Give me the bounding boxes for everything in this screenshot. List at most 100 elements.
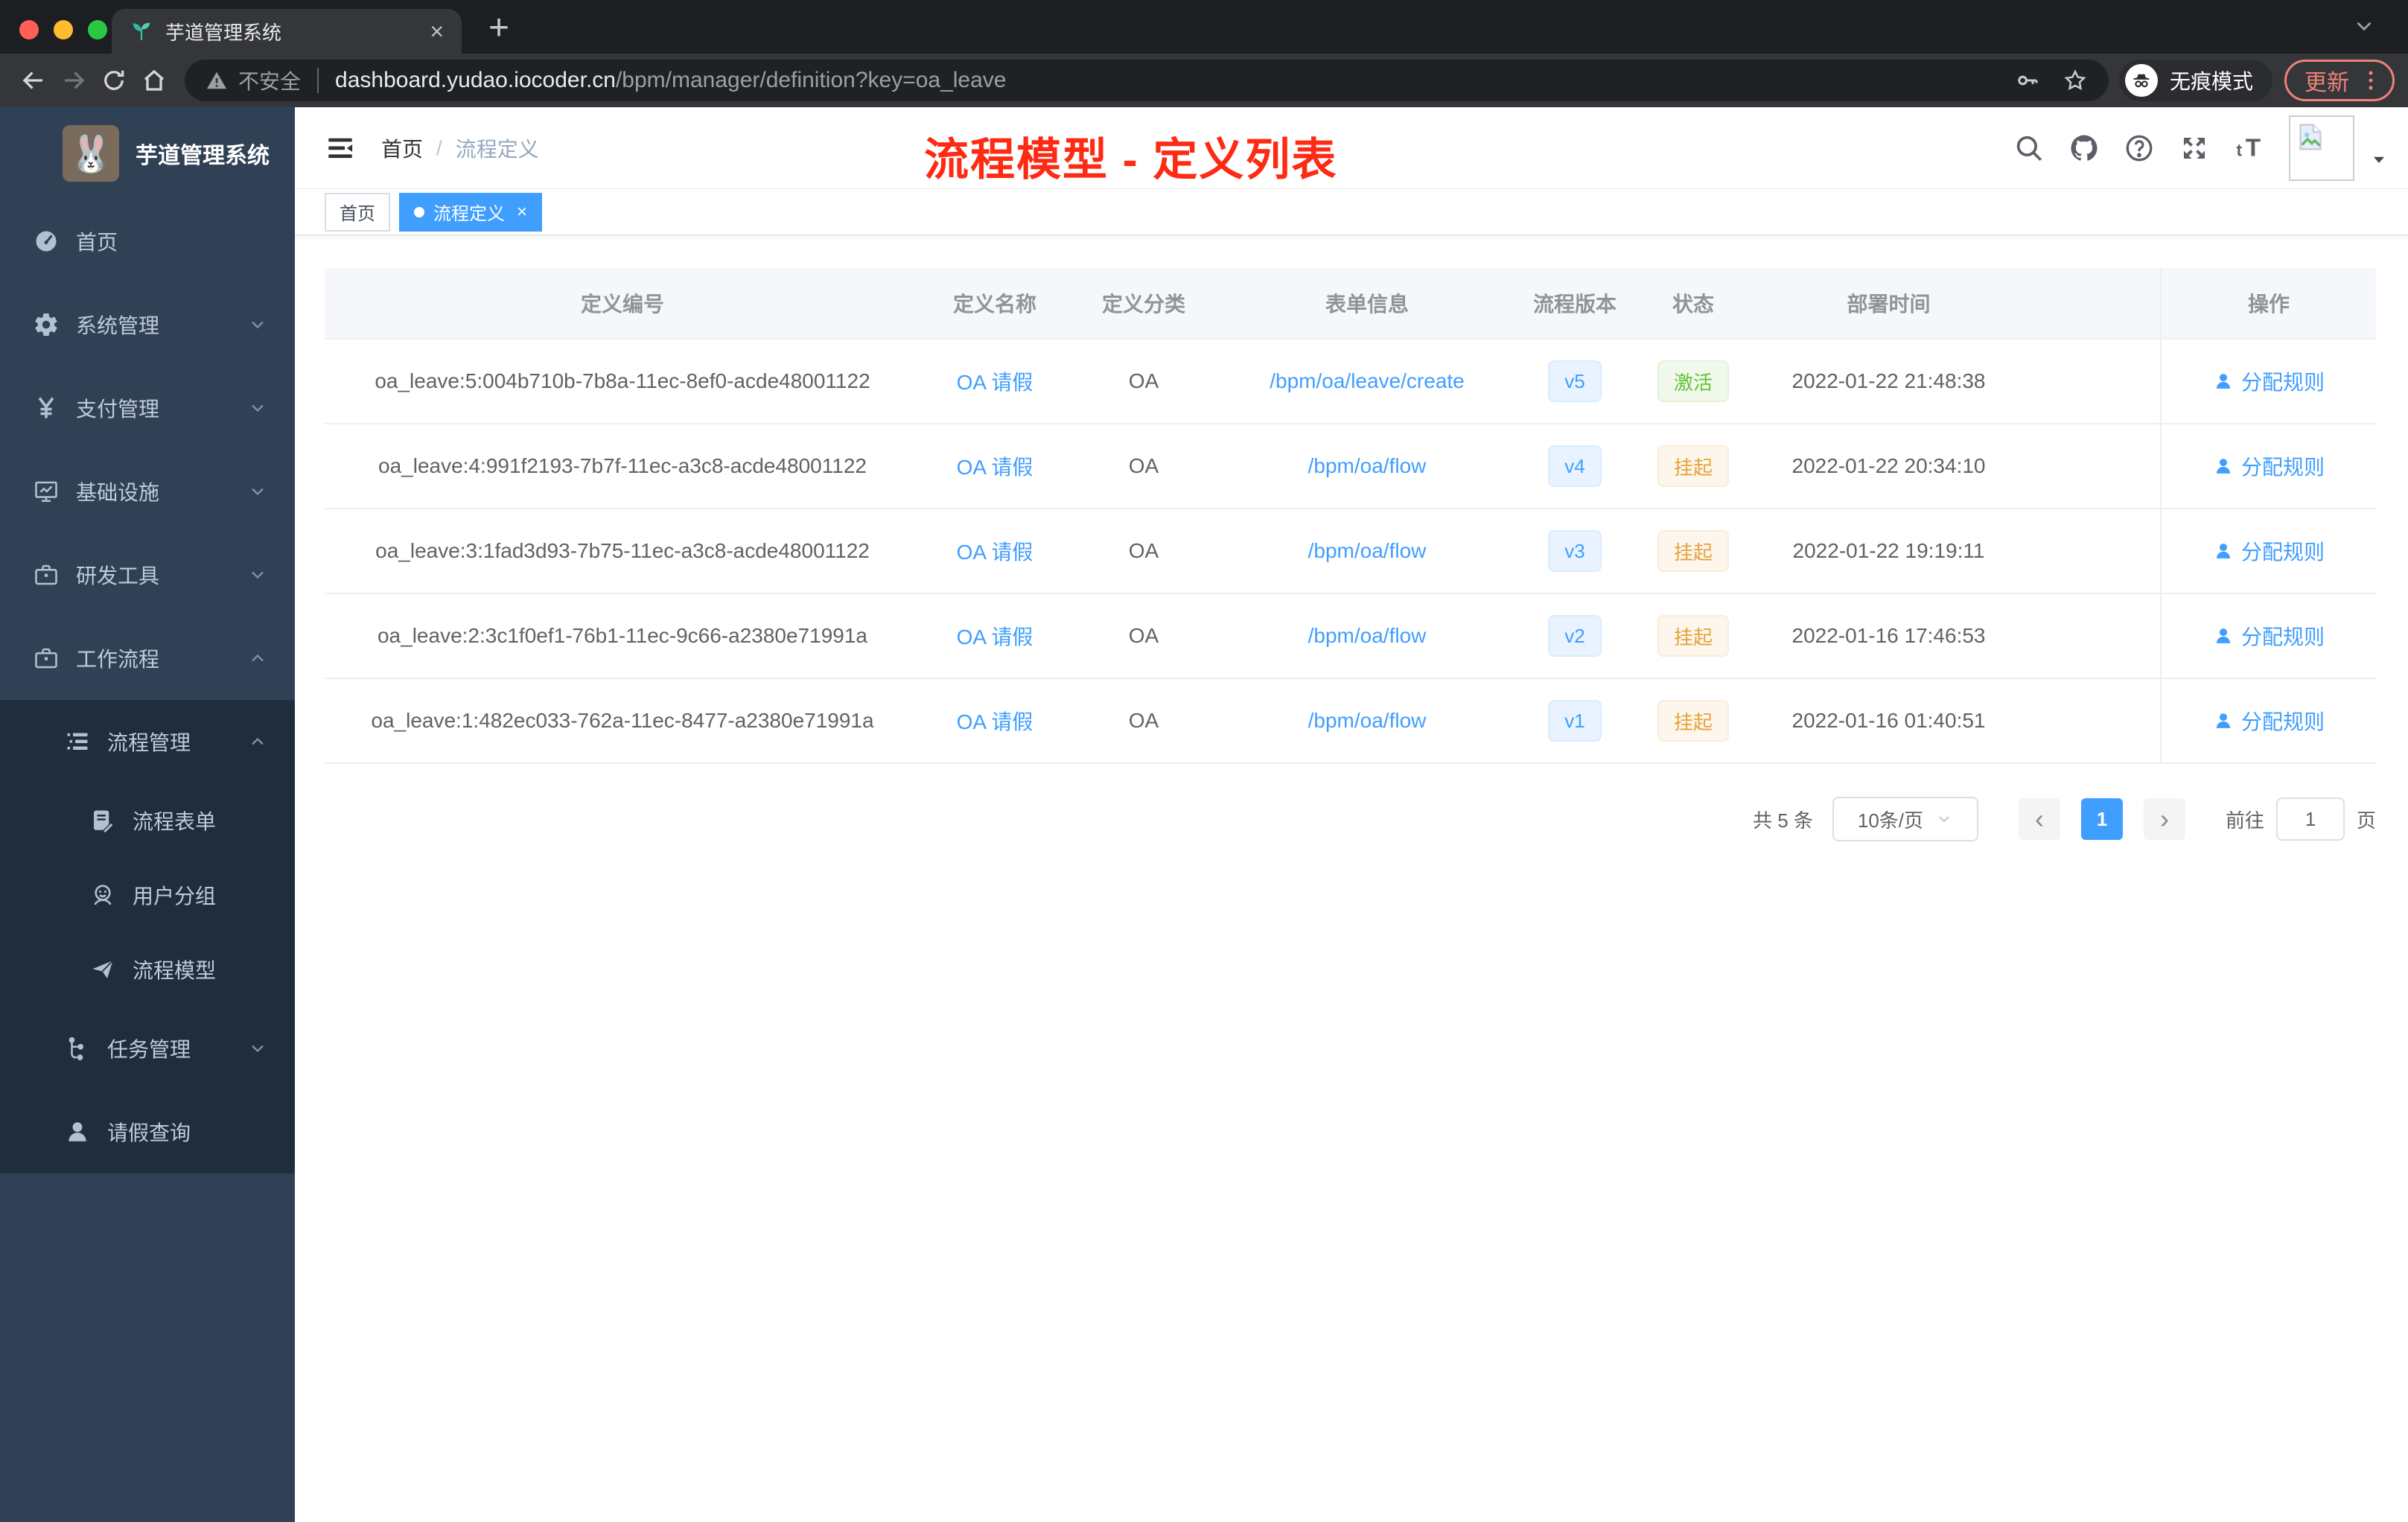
prev-page-button[interactable]: ‹ bbox=[2018, 798, 2060, 840]
breadcrumb-separator: / bbox=[436, 136, 442, 159]
sidebar-item-tree-table[interactable]: 流程管理 bbox=[0, 700, 295, 783]
kebab-menu-icon[interactable] bbox=[2358, 68, 2383, 93]
status-badge: 挂起 bbox=[1657, 615, 1729, 657]
form-info-link[interactable]: /bpm/oa/flow bbox=[1308, 709, 1427, 733]
sidebar-item-tree[interactable]: 任务管理 bbox=[0, 1007, 295, 1090]
svg-text:t: t bbox=[2237, 140, 2243, 159]
sidebar-item-send[interactable]: 流程模型 bbox=[0, 932, 295, 1007]
tag-home[interactable]: 首页 bbox=[325, 192, 390, 232]
sidebar-item-label: 流程管理 bbox=[107, 731, 191, 754]
column-header: 定义编号 bbox=[580, 293, 664, 316]
reload-button[interactable] bbox=[94, 60, 134, 101]
goto-page-input[interactable] bbox=[2275, 797, 2345, 841]
sidebar-item-gear[interactable]: 系统管理 bbox=[0, 283, 295, 366]
cell-form-info: /bpm/oa/flow bbox=[1218, 424, 1516, 508]
definition-name-link[interactable]: OA 请假 bbox=[957, 621, 1033, 651]
tag-label: 流程定义 bbox=[433, 204, 505, 224]
window-minimize-button[interactable] bbox=[54, 20, 73, 39]
hamburger-icon[interactable] bbox=[325, 133, 356, 164]
sidebar-item-briefcase[interactable]: 研发工具 bbox=[0, 533, 295, 617]
cell-definition-name: OA 请假 bbox=[920, 424, 1069, 508]
assign-rule-link[interactable]: 分配规则 bbox=[2213, 706, 2325, 736]
cell-definition-id: oa_leave:3:1fad3d93-7b75-11ec-a3c8-acde4… bbox=[375, 539, 870, 562]
assign-rule-link[interactable]: 分配规则 bbox=[2213, 621, 2325, 651]
chevron-down-icon bbox=[247, 1038, 268, 1059]
cell-version: v1 bbox=[1516, 679, 1634, 762]
security-chip[interactable]: 不安全 bbox=[206, 66, 301, 95]
definition-name-link[interactable]: OA 请假 bbox=[957, 366, 1033, 396]
new-tab-button[interactable]: + bbox=[488, 7, 509, 48]
bookmark-star-icon[interactable] bbox=[2063, 68, 2088, 93]
forward-button[interactable] bbox=[54, 60, 94, 101]
window-controls bbox=[19, 20, 107, 39]
assign-rule-link[interactable]: 分配规则 bbox=[2213, 451, 2325, 481]
tag-close-icon[interactable]: × bbox=[517, 202, 527, 223]
font-size-icon[interactable]: tT bbox=[2234, 133, 2265, 164]
cell-form-info: /bpm/oa/leave/create bbox=[1218, 340, 1516, 423]
table-row: oa_leave:4:991f2193-7b7f-11ec-a3c8-acde4… bbox=[325, 424, 2376, 509]
key-icon[interactable] bbox=[2015, 68, 2040, 93]
avatar-caret-down-icon[interactable] bbox=[2369, 150, 2389, 169]
sidebar-logo-row[interactable]: 🐰 芋道管理系统 bbox=[0, 107, 295, 200]
github-icon[interactable] bbox=[2068, 133, 2100, 164]
definition-name-link[interactable]: OA 请假 bbox=[957, 706, 1033, 736]
home-button[interactable] bbox=[134, 60, 174, 101]
cell-category: OA bbox=[1128, 539, 1159, 562]
sidebar: 🐰 芋道管理系统 首页 系统管理 支付管理 基础设施 研发工具 工作流程流程管理流程表单用… bbox=[0, 107, 295, 1522]
cell-definition-id: oa_leave:2:3c1f0ef1-76b1-11ec-9c66-a2380… bbox=[377, 624, 867, 647]
monitor-icon bbox=[33, 478, 60, 505]
cell-status: 挂起 bbox=[1634, 679, 1753, 762]
question-icon[interactable] bbox=[2124, 133, 2155, 164]
avatar-broken-image[interactable] bbox=[2289, 115, 2354, 181]
tab-close-icon[interactable]: × bbox=[430, 18, 444, 45]
security-label: 不安全 bbox=[238, 70, 302, 93]
column-header: 表单信息 bbox=[1325, 293, 1409, 316]
cell-status: 激活 bbox=[1634, 340, 1753, 423]
definition-name-link[interactable]: OA 请假 bbox=[957, 536, 1033, 566]
svg-text:T: T bbox=[2246, 134, 2261, 162]
definition-table: 定义编号 定义名称 定义分类 表单信息 流程版本 状态 部署时间 操作 oa_leave:5:… bbox=[325, 268, 2376, 764]
page-number-1[interactable]: 1 bbox=[2080, 798, 2123, 840]
column-header: 定义名称 bbox=[952, 293, 1036, 316]
cell-actions: 分配规则 bbox=[2160, 509, 2376, 593]
definition-name-link[interactable]: OA 请假 bbox=[957, 451, 1033, 481]
breadcrumb-home[interactable]: 首页 bbox=[381, 133, 423, 163]
form-info-link[interactable]: /bpm/oa/flow bbox=[1308, 454, 1427, 478]
sidebar-item-user[interactable]: 请假查询 bbox=[0, 1090, 295, 1174]
window-zoom-button[interactable] bbox=[88, 20, 107, 39]
table-row: oa_leave:5:004b710b-7b8a-11ec-8ef0-acde4… bbox=[325, 340, 2376, 424]
tag-process-definition[interactable]: 流程定义 × bbox=[399, 192, 543, 232]
form-info-link[interactable]: /bpm/oa/flow bbox=[1308, 624, 1427, 648]
sidebar-item-briefcase[interactable]: 工作流程 bbox=[0, 617, 295, 700]
sidebar-item-form[interactable]: 流程表单 bbox=[0, 783, 295, 858]
tree-table-icon bbox=[64, 728, 91, 755]
search-icon[interactable] bbox=[2013, 133, 2045, 164]
back-button[interactable] bbox=[13, 60, 54, 101]
tab-search-chevron-icon[interactable] bbox=[2351, 13, 2377, 39]
send-icon bbox=[89, 956, 116, 983]
top-navbar: 首页 / 流程定义 流程模型 - 定义列表 tT bbox=[295, 107, 2408, 189]
browser-tab[interactable]: 芋道管理系统 × bbox=[112, 9, 462, 54]
sidebar-item-yen[interactable]: 支付管理 bbox=[0, 366, 295, 450]
sidebar-item-label: 用户分组 bbox=[133, 885, 217, 908]
cell-version: v3 bbox=[1516, 509, 1634, 593]
next-page-button[interactable]: › bbox=[2143, 798, 2185, 840]
sidebar-item-people[interactable]: 用户分组 bbox=[0, 858, 295, 932]
version-badge: v3 bbox=[1548, 530, 1602, 572]
browser-tab-strip: 芋道管理系统 × + bbox=[0, 0, 2408, 54]
url-omnibox[interactable]: 不安全 dashboard.yudao.iocoder.cn/bpm/manag… bbox=[185, 60, 2109, 101]
form-info-link[interactable]: /bpm/oa/flow bbox=[1308, 539, 1427, 563]
sidebar-item-dashboard[interactable]: 首页 bbox=[0, 200, 295, 283]
row-spacer bbox=[2025, 424, 2160, 508]
assign-rule-link[interactable]: 分配规则 bbox=[2213, 536, 2325, 566]
dashboard-icon bbox=[33, 228, 60, 255]
fullscreen-icon[interactable] bbox=[2179, 133, 2210, 164]
browser-update-button[interactable]: 更新 bbox=[2284, 60, 2395, 101]
assign-rule-link[interactable]: 分配规则 bbox=[2213, 366, 2325, 396]
form-info-link[interactable]: /bpm/oa/leave/create bbox=[1270, 369, 1465, 393]
sidebar-item-monitor[interactable]: 基础设施 bbox=[0, 450, 295, 533]
window-close-button[interactable] bbox=[19, 20, 39, 39]
status-badge: 挂起 bbox=[1657, 700, 1729, 742]
page-size-select[interactable]: 10条/页 bbox=[1832, 797, 1978, 841]
user-icon bbox=[2213, 625, 2234, 646]
